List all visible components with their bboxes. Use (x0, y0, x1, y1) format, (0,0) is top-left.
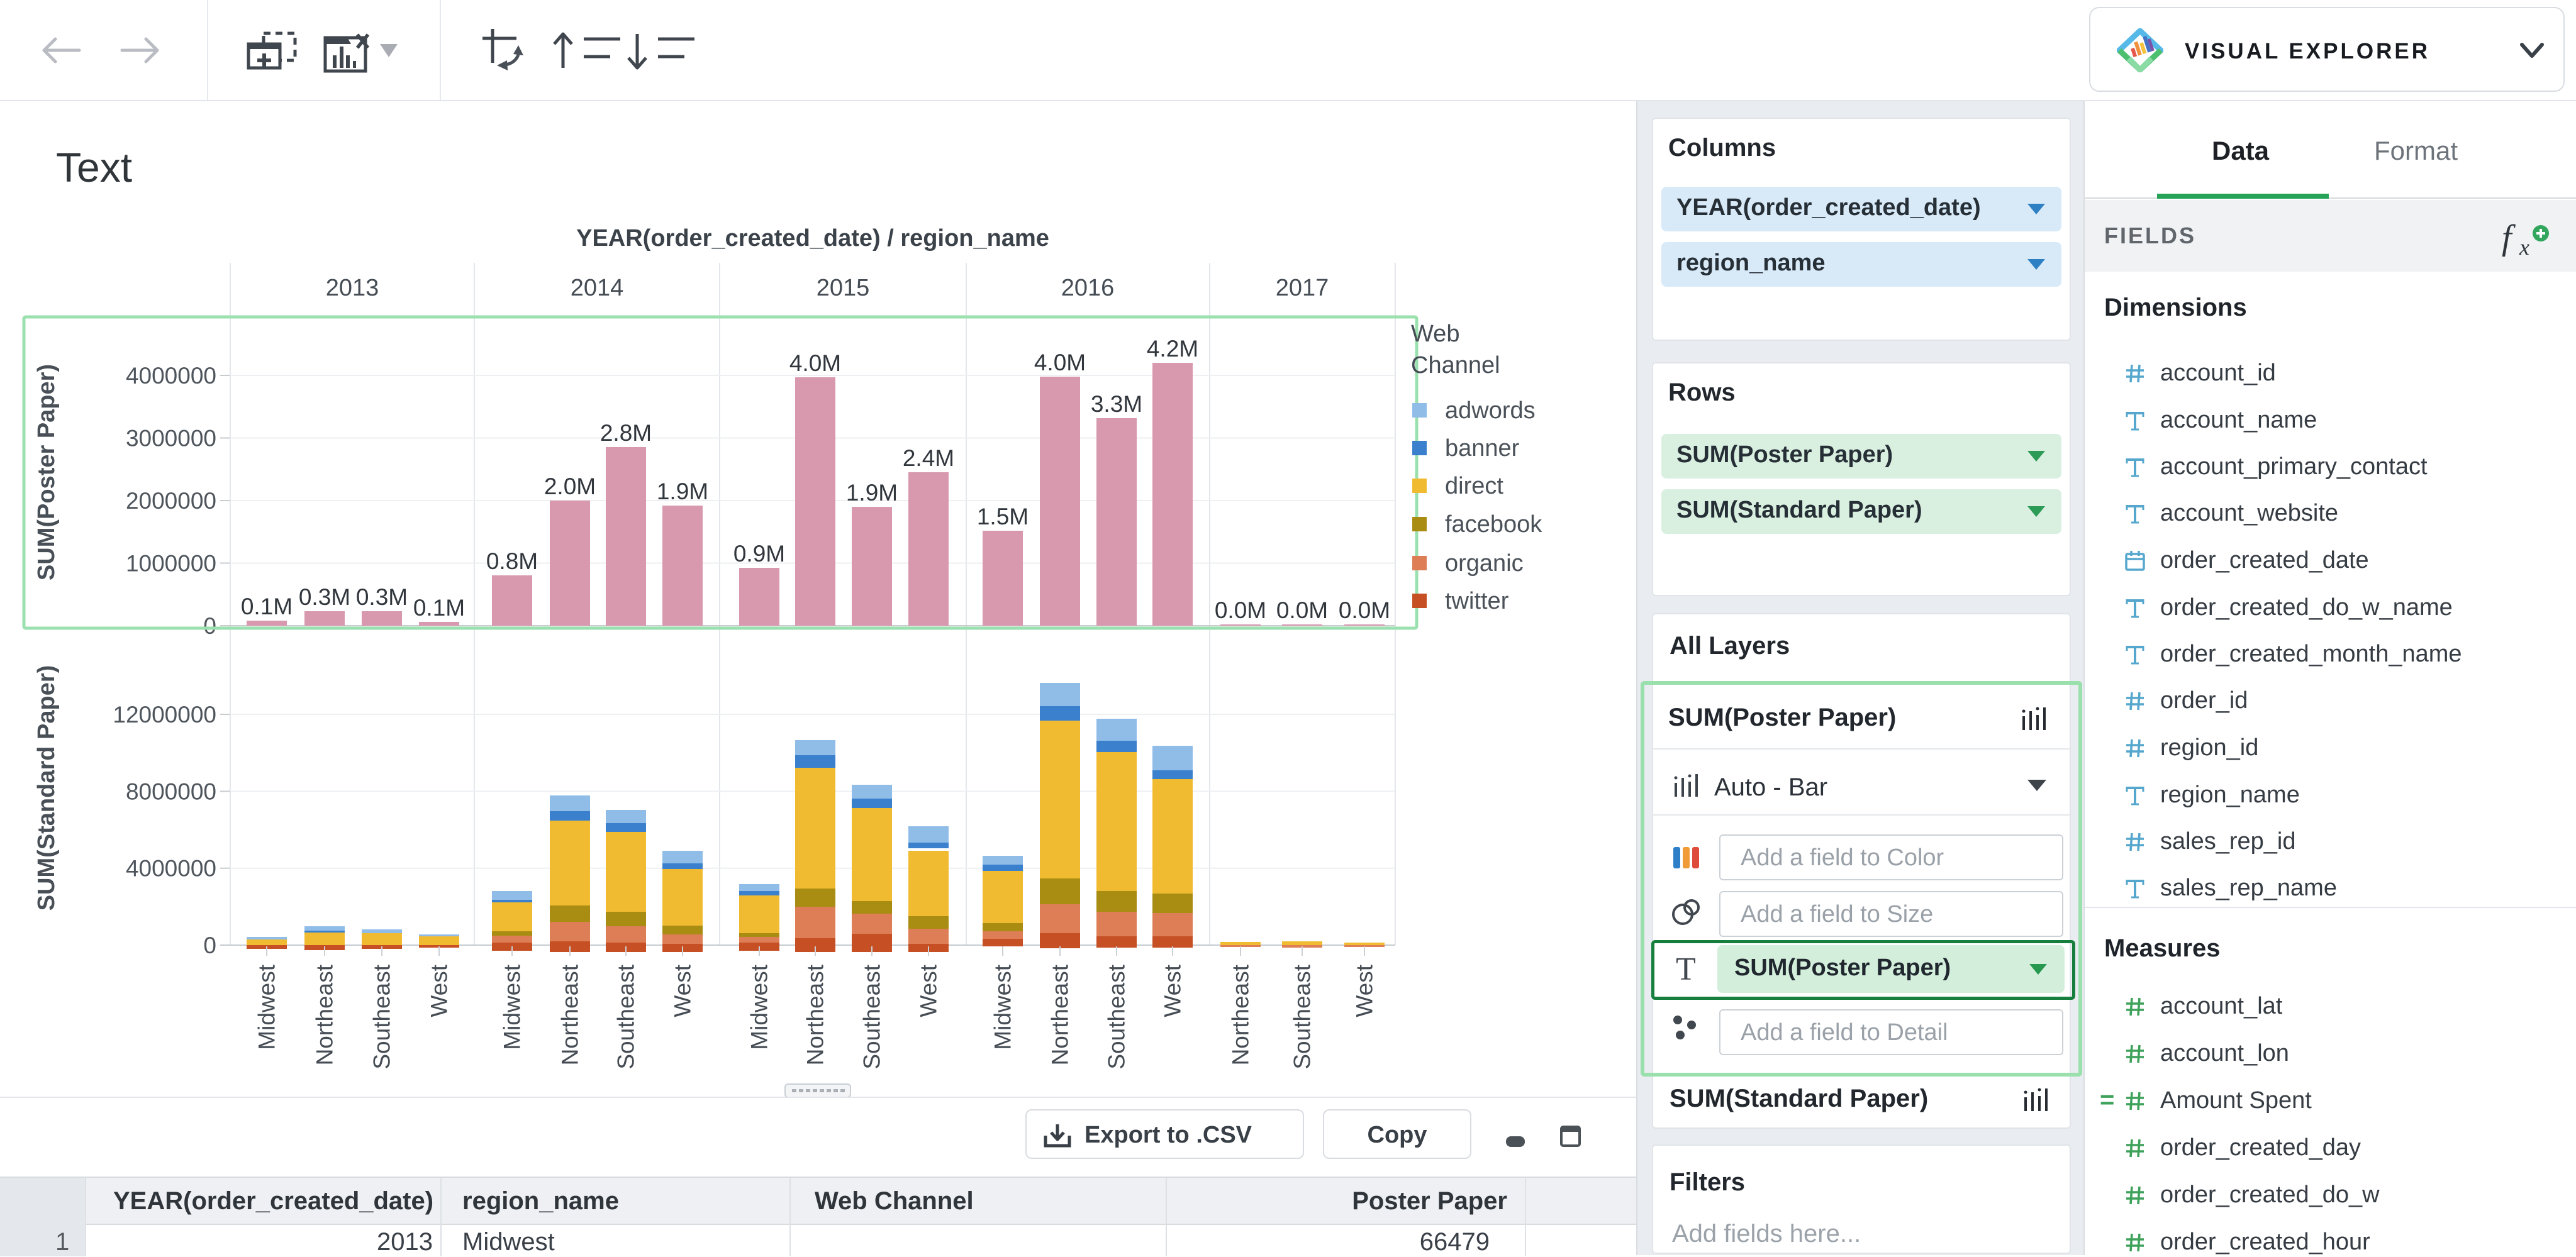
svg-text:organic: organic (1445, 550, 1524, 577)
svg-text:0.3M: 0.3M (299, 584, 350, 610)
svg-text:Channel: Channel (1411, 352, 1500, 379)
svg-text:1000000: 1000000 (126, 551, 216, 577)
svg-text:4.0M: 4.0M (1034, 350, 1086, 375)
svg-text:2014: 2014 (571, 275, 624, 301)
svg-text:3000000: 3000000 (126, 426, 216, 451)
svg-text:West: West (1352, 964, 1378, 1017)
svg-text:Southeast: Southeast (613, 964, 639, 1069)
svg-text:Southeast: Southeast (369, 964, 395, 1069)
svg-text:banner: banner (1445, 435, 1520, 462)
svg-text:facebook: facebook (1445, 511, 1542, 538)
svg-text:twitter: twitter (1445, 588, 1509, 614)
svg-text:4000000: 4000000 (126, 856, 216, 882)
svg-text:1.5M: 1.5M (977, 504, 1029, 529)
svg-text:3.3M: 3.3M (1091, 391, 1142, 417)
svg-text:4.2M: 4.2M (1147, 336, 1198, 362)
svg-text:0.8M: 0.8M (486, 548, 538, 574)
svg-text:0.0M: 0.0M (1276, 597, 1328, 623)
svg-text:12000000: 12000000 (113, 702, 216, 728)
svg-text:West: West (1160, 964, 1186, 1017)
svg-text:Northeast: Northeast (1228, 964, 1254, 1065)
svg-text:0.1M: 0.1M (241, 594, 293, 619)
svg-text:2000000: 2000000 (126, 488, 216, 514)
svg-text:YEAR(order_created_date) / reg: YEAR(order_created_date) / region_name (576, 225, 1049, 252)
svg-text:2.0M: 2.0M (544, 473, 596, 499)
svg-text:2017: 2017 (1276, 275, 1329, 301)
svg-text:1.9M: 1.9M (846, 480, 898, 506)
svg-text:0: 0 (203, 613, 216, 639)
svg-text:4000000: 4000000 (126, 363, 216, 389)
svg-text:direct: direct (1445, 473, 1503, 499)
svg-text:Northeast: Northeast (803, 964, 828, 1065)
svg-text:Text: Text (56, 144, 132, 191)
svg-text:2.8M: 2.8M (600, 420, 652, 446)
svg-text:2015: 2015 (817, 275, 870, 301)
svg-text:Southeast: Southeast (859, 964, 885, 1069)
svg-text:Southeast: Southeast (1290, 964, 1315, 1069)
svg-text:Northeast: Northeast (557, 964, 583, 1065)
svg-text:0.1M: 0.1M (413, 595, 465, 621)
svg-text:SUM(Poster Paper): SUM(Poster Paper) (33, 364, 60, 580)
svg-text:Midwest: Midwest (254, 964, 280, 1049)
svg-text:Northeast: Northeast (312, 964, 338, 1065)
svg-text:Midwest: Midwest (747, 964, 772, 1049)
svg-text:0.3M: 0.3M (356, 584, 408, 610)
svg-text:0.0M: 0.0M (1215, 597, 1266, 623)
svg-text:West: West (670, 964, 696, 1017)
svg-text:Web: Web (1411, 321, 1459, 347)
svg-text:Southeast: Southeast (1104, 964, 1130, 1069)
svg-text:West: West (916, 964, 942, 1017)
svg-text:0.0M: 0.0M (1339, 597, 1390, 623)
svg-text:2.4M: 2.4M (903, 445, 954, 471)
svg-text:1.9M: 1.9M (657, 479, 708, 504)
svg-text:Northeast: Northeast (1047, 964, 1073, 1065)
svg-text:Midwest: Midwest (499, 964, 525, 1049)
svg-text:4.0M: 4.0M (789, 350, 841, 376)
svg-text:0: 0 (203, 933, 216, 958)
svg-text:West: West (427, 964, 452, 1017)
svg-text:Midwest: Midwest (990, 964, 1016, 1049)
svg-text:SUM(Standard Paper): SUM(Standard Paper) (33, 665, 60, 911)
svg-text:2016: 2016 (1061, 275, 1115, 301)
svg-text:2013: 2013 (326, 275, 379, 301)
svg-text:adwords: adwords (1445, 397, 1536, 424)
svg-text:8000000: 8000000 (126, 778, 216, 804)
svg-text:0.9M: 0.9M (733, 541, 785, 567)
